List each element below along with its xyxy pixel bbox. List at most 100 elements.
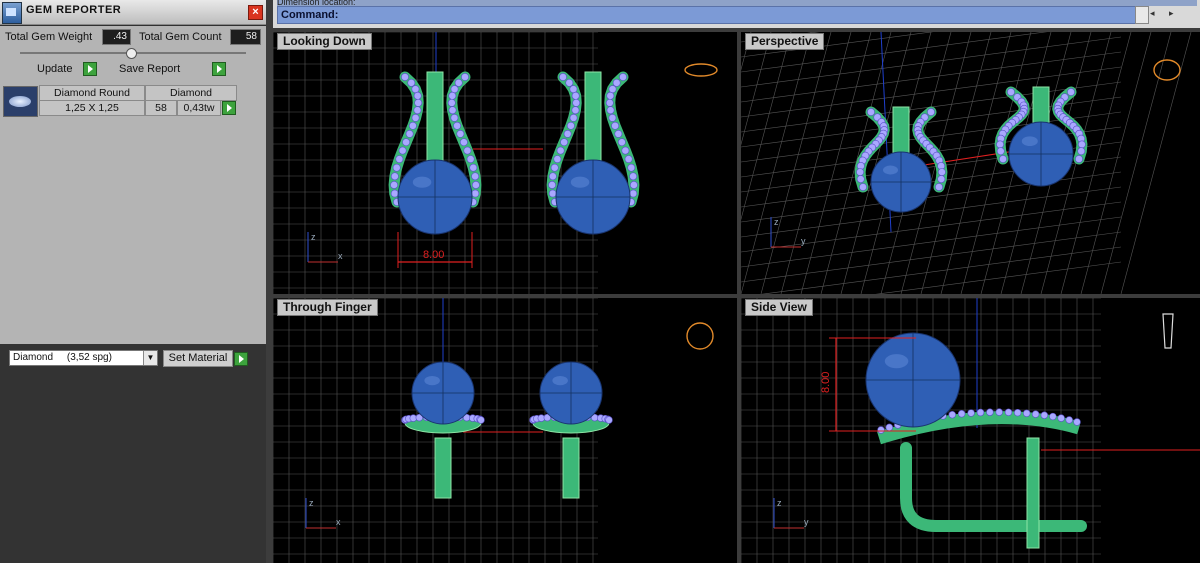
diamond-gem — [621, 146, 630, 155]
viewport-label-perspective[interactable]: Perspective — [745, 33, 825, 50]
command-scrollbar[interactable] — [1135, 6, 1149, 24]
panel-lower — [0, 344, 266, 563]
pearl-highlight — [552, 375, 568, 386]
diamond-gem — [629, 181, 638, 189]
diamond-gem — [867, 108, 875, 116]
diamond-gem — [619, 73, 627, 81]
diamond-gem — [413, 91, 422, 100]
diamond-gem — [407, 78, 416, 87]
viewport-label-side-view[interactable]: Side View — [745, 299, 813, 316]
diamond-gem — [453, 121, 462, 130]
diamond-gem — [999, 155, 1007, 163]
viewport-through-finger[interactable]: z x Through Finger — [273, 298, 737, 563]
diamond-gem — [1031, 410, 1040, 418]
diamond-gem — [463, 146, 472, 155]
diamond-gem — [450, 85, 459, 94]
diamond-gem — [624, 155, 633, 164]
earring-post — [1026, 437, 1040, 549]
diamond-gem — [469, 163, 478, 172]
save-report-go-icon[interactable] — [212, 62, 226, 76]
ring-preview-icon — [684, 63, 718, 77]
diamond-gem — [572, 98, 581, 107]
gem-type-cell: Diamond Round — [39, 85, 145, 101]
diamond-gem — [560, 138, 569, 147]
gem-row-go-icon[interactable] — [222, 101, 236, 115]
chevron-down-icon[interactable]: ▼ — [143, 351, 157, 365]
material-dropdown[interactable]: Diamond (3,52 spg) ▼ — [9, 350, 158, 366]
diamond-gem — [996, 147, 1005, 156]
diamond-gem — [401, 73, 409, 81]
diamond-gem — [414, 98, 423, 107]
diamond-gem — [413, 106, 422, 115]
viewport-side-view[interactable]: 8.00 z y Side View — [741, 298, 1200, 563]
grid-line — [1100, 32, 1172, 294]
grid-line — [1080, 32, 1152, 294]
diamond-gem — [408, 121, 417, 130]
app-icon — [2, 2, 22, 24]
axis-label-x: x — [338, 251, 343, 261]
viewport-looking-down[interactable]: 8.00 z x Looking Down — [273, 32, 737, 294]
update-go-icon[interactable] — [83, 62, 97, 76]
panel-titlebar[interactable]: GEM REPORTER × — [0, 0, 266, 25]
diamond-gem — [556, 146, 565, 155]
diamond-gem — [456, 129, 465, 138]
diamond-gem — [390, 189, 399, 198]
axis-label-x: x — [336, 517, 341, 527]
diamond-gem — [569, 85, 578, 94]
diamond-gem — [1040, 411, 1049, 419]
diamond-gem — [1049, 412, 1057, 421]
pearl-highlight — [412, 176, 432, 188]
grid-line — [741, 231, 1122, 283]
diamond-gem — [608, 85, 617, 94]
diamond-gem — [611, 121, 620, 130]
axis-label-y: y — [801, 236, 806, 246]
dimension-label: 8.00 — [423, 249, 444, 261]
diamond-gem — [885, 423, 894, 432]
update-button[interactable]: Update — [37, 63, 72, 75]
diamond-gem — [402, 138, 411, 147]
viewport-perspective[interactable]: z y Perspective — [741, 32, 1200, 294]
diamond-gem — [466, 155, 475, 164]
earring-post — [434, 437, 452, 499]
close-button[interactable]: × — [248, 5, 263, 20]
save-report-button[interactable]: Save Report — [119, 63, 180, 75]
diamond-gem — [471, 181, 480, 189]
viewport-label-looking-down[interactable]: Looking Down — [277, 33, 372, 50]
set-material-go-icon[interactable] — [234, 352, 248, 366]
viewport-label-through-finger[interactable]: Through Finger — [277, 299, 378, 316]
gem-reporter-panel: GEM REPORTER × Total Gem Weight .43 Tota… — [0, 0, 266, 563]
size-slider-knob[interactable] — [126, 48, 137, 59]
ring-preview-icon — [1153, 59, 1181, 81]
diamond-gem — [1013, 408, 1022, 417]
diamond-gem — [395, 155, 404, 164]
ring-preview-icon — [686, 322, 714, 350]
pearl-highlight — [883, 165, 898, 175]
earring-post — [562, 437, 580, 499]
diamond-gem — [1007, 88, 1015, 96]
set-material-button[interactable]: Set Material — [163, 350, 233, 367]
diamond-gem — [461, 73, 469, 81]
diamond-gem — [559, 73, 567, 81]
diamond-gem — [471, 189, 480, 198]
total-weight-label: Total Gem Weight — [5, 31, 93, 43]
diamond-gem — [553, 155, 562, 164]
axis-label-z: z — [774, 217, 779, 227]
diamond-gem — [995, 408, 1003, 416]
diamond-gem — [1073, 418, 1081, 426]
axis-label-z: z — [777, 498, 782, 508]
diamond-gem — [614, 129, 623, 138]
diamond-gem — [398, 146, 407, 155]
diamond-gem — [877, 426, 885, 434]
diamond-gem — [448, 106, 457, 115]
gem-count-cell: 58 — [145, 100, 177, 116]
command-scroll-arrows[interactable]: ◂ ▸ — [1150, 8, 1180, 19]
diamond-gem — [1023, 409, 1031, 417]
command-input[interactable]: Command: — [277, 6, 1138, 24]
gem-weight-cell: 0,43tw — [177, 100, 221, 116]
total-count-value: 58 — [230, 29, 261, 45]
grid-line — [760, 32, 832, 294]
axis-label-y: y — [804, 517, 809, 527]
diamond-gem — [571, 106, 580, 115]
material-dropdown-value: Diamond (3,52 spg) — [13, 352, 112, 363]
grid-line — [741, 201, 1122, 253]
